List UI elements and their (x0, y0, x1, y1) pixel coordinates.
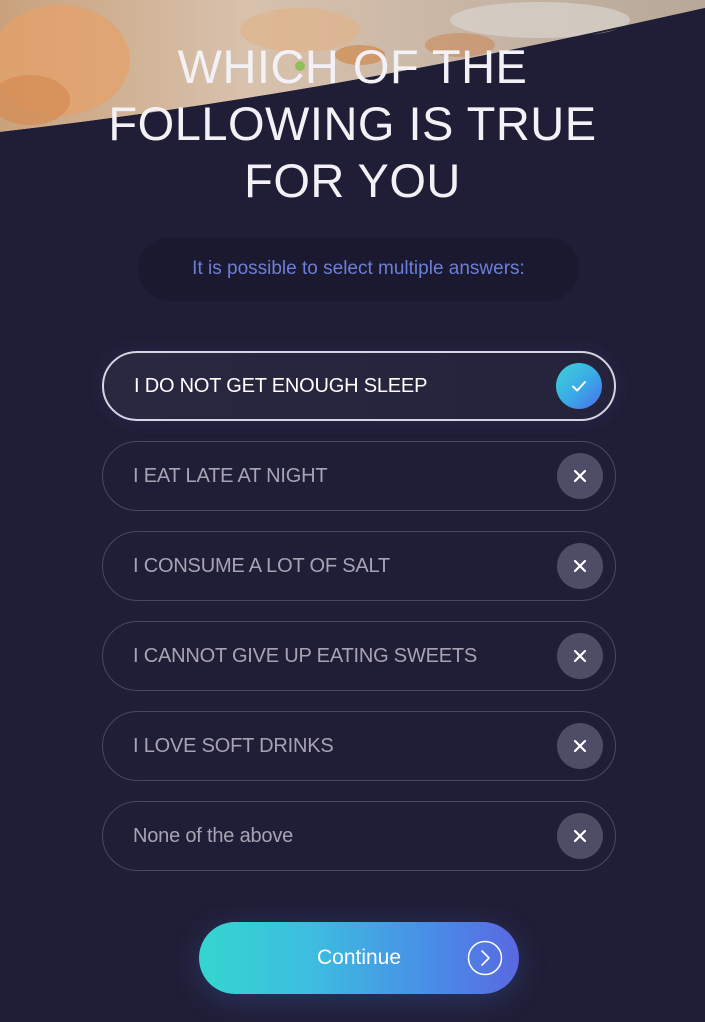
option-label: I CONSUME A LOT OF SALT (133, 554, 390, 577)
close-icon[interactable] (557, 453, 603, 499)
continue-label: Continue (316, 946, 402, 969)
option-label: I EAT LATE AT NIGHT (133, 464, 328, 487)
option-not-enough-sleep[interactable]: I DO NOT GET ENOUGH SLEEP (102, 351, 616, 421)
close-icon[interactable] (557, 543, 603, 589)
option-label: I CANNOT GIVE UP EATING SWEETS (133, 644, 478, 667)
check-icon[interactable] (556, 363, 602, 409)
chevron-right-circle-icon (467, 940, 503, 976)
page-title: WHICH OF THE FOLLOWING IS TRUE FOR YOU (108, 40, 597, 207)
option-soft-drinks[interactable]: I LOVE SOFT DRINKS (102, 711, 616, 781)
continue-button[interactable]: Continue (199, 922, 519, 994)
option-sweets[interactable]: I CANNOT GIVE UP EATING SWEETS (102, 621, 616, 691)
option-eat-late[interactable]: I EAT LATE AT NIGHT (102, 441, 616, 511)
answer-options-list: I DO NOT GET ENOUGH SLEEP I EAT LATE AT … (102, 351, 616, 891)
option-salt[interactable]: I CONSUME A LOT OF SALT (102, 531, 616, 601)
multiple-answers-hint: It is possible to select multiple answer… (138, 237, 579, 301)
option-label: I LOVE SOFT DRINKS (133, 734, 334, 757)
close-icon[interactable] (557, 723, 603, 769)
close-icon[interactable] (557, 633, 603, 679)
option-none[interactable]: None of the above (102, 801, 616, 871)
hint-text: It is possible to select multiple answer… (192, 258, 525, 279)
option-label: None of the above (133, 824, 294, 847)
option-label: I DO NOT GET ENOUGH SLEEP (134, 374, 428, 397)
close-icon[interactable] (557, 813, 603, 859)
